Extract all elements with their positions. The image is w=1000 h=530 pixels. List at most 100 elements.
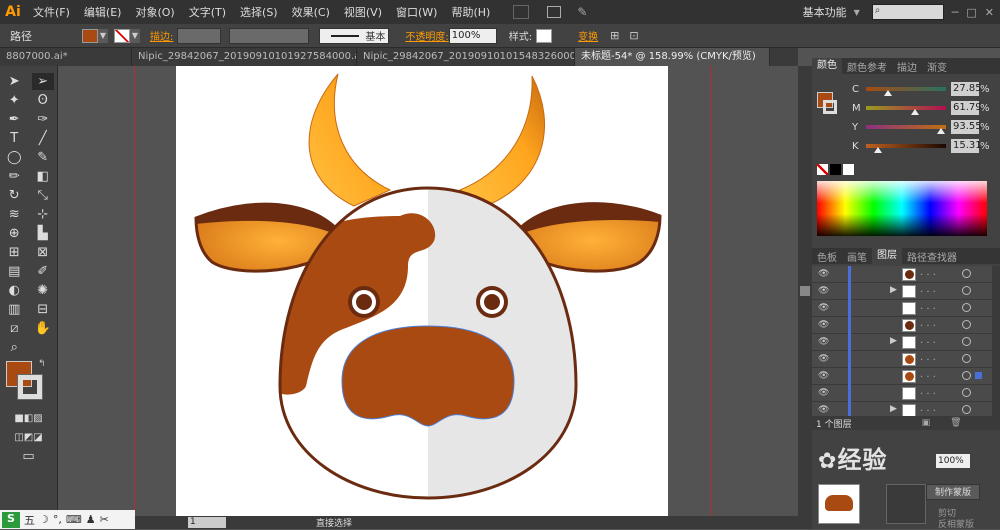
ime-mode-label[interactable]: 五 bbox=[24, 512, 35, 528]
live-paint-tool-icon[interactable]: ▙ bbox=[32, 225, 54, 242]
tools-icon[interactable]: ✂ bbox=[100, 513, 109, 526]
ellipse-tool-icon[interactable]: ◯ bbox=[3, 149, 25, 166]
none-color-swatch[interactable] bbox=[817, 164, 828, 175]
artboard-tool-icon[interactable]: ⊟ bbox=[32, 301, 54, 318]
menu-effect[interactable]: 效果(C) bbox=[285, 4, 337, 20]
target-circle-icon[interactable] bbox=[962, 337, 971, 346]
black-slider[interactable] bbox=[866, 144, 946, 153]
selection-indicator-icon[interactable] bbox=[975, 372, 982, 379]
rotate-tool-icon[interactable]: ↻ bbox=[3, 187, 25, 204]
tab-document-2[interactable]: Nipic_29842067_20190910101927584000.ai* bbox=[132, 48, 357, 66]
free-transform-tool-icon[interactable]: ⊹ bbox=[32, 206, 54, 223]
menu-select[interactable]: 选择(S) bbox=[233, 4, 285, 20]
mask-thumbnail[interactable] bbox=[818, 484, 860, 524]
visibility-eye-icon[interactable]: 👁 bbox=[818, 286, 829, 296]
target-circle-icon[interactable] bbox=[962, 303, 971, 312]
warp-tool-icon[interactable]: ≋ bbox=[3, 206, 25, 223]
search-input[interactable]: ⌕ bbox=[871, 4, 944, 20]
expand-arrow-icon[interactable]: ▶ bbox=[890, 404, 897, 414]
white-color-swatch[interactable] bbox=[843, 164, 854, 175]
line-tool-icon[interactable]: ╱ bbox=[32, 130, 54, 147]
stroke-color-swatch[interactable] bbox=[17, 374, 43, 400]
target-circle-icon[interactable] bbox=[962, 269, 971, 278]
invert-mask-checkbox-label[interactable]: 反相蒙版 bbox=[938, 517, 974, 530]
blend-tool-icon[interactable]: ◐ bbox=[3, 282, 25, 299]
zoom-tool-icon[interactable]: ⌕ bbox=[3, 339, 25, 356]
column-graph-tool-icon[interactable]: ▥ bbox=[3, 301, 25, 318]
layer-row[interactable]: 👁 . . . bbox=[812, 368, 992, 385]
stroke-label[interactable]: 描边: bbox=[150, 28, 173, 43]
menu-window[interactable]: 窗口(W) bbox=[389, 4, 444, 20]
tab-gradient[interactable]: 渐变 bbox=[922, 59, 952, 74]
layer-name-placeholder[interactable]: . . . bbox=[920, 386, 936, 397]
target-circle-icon[interactable] bbox=[962, 405, 971, 414]
pencil-tool-icon[interactable]: ✏ bbox=[3, 168, 25, 185]
maximize-icon[interactable]: □ bbox=[966, 6, 976, 19]
stroke-none-swatch[interactable] bbox=[114, 28, 130, 43]
target-circle-icon[interactable] bbox=[962, 354, 971, 363]
visibility-eye-icon[interactable]: 👁 bbox=[818, 388, 829, 398]
chevron-down-icon[interactable]: ▼ bbox=[854, 8, 860, 17]
layer-name-placeholder[interactable]: . . . bbox=[920, 318, 936, 329]
style-swatch[interactable] bbox=[536, 28, 553, 43]
magenta-value[interactable]: 61.79 bbox=[951, 101, 982, 115]
target-circle-icon[interactable] bbox=[962, 388, 971, 397]
menu-object[interactable]: 对象(O) bbox=[128, 4, 181, 20]
skin-icon[interactable]: ♟ bbox=[86, 513, 96, 526]
perspective-grid-tool-icon[interactable]: ⊞ bbox=[3, 244, 25, 261]
menu-edit[interactable]: 编辑(E) bbox=[77, 4, 129, 20]
menu-file[interactable]: 文件(F) bbox=[26, 4, 77, 20]
vertical-scrollbar[interactable] bbox=[798, 66, 812, 516]
curvature-tool-icon[interactable]: ✑ bbox=[32, 111, 54, 128]
eraser-tool-icon[interactable]: ◧ bbox=[32, 168, 54, 185]
chevron-down-icon[interactable]: ▼ bbox=[130, 28, 140, 43]
delete-layer-icon[interactable]: 🗑 bbox=[950, 418, 961, 428]
layer-row[interactable]: 👁 . . . bbox=[812, 300, 992, 317]
tab-pathfinder[interactable]: 路径查找器 bbox=[902, 249, 962, 264]
visibility-eye-icon[interactable]: 👁 bbox=[818, 269, 829, 279]
magenta-slider[interactable] bbox=[866, 106, 946, 115]
layer-name-placeholder[interactable]: . . . bbox=[920, 352, 936, 363]
visibility-eye-icon[interactable]: 👁 bbox=[818, 337, 829, 347]
brush-definition[interactable]: 基本 bbox=[319, 27, 390, 44]
pen-tool-icon[interactable]: ✒ bbox=[3, 111, 25, 128]
cyan-value[interactable]: 27.85 bbox=[951, 82, 982, 96]
layer-name-placeholder[interactable]: . . . bbox=[920, 335, 936, 346]
sync-icon[interactable]: ✎ bbox=[577, 5, 587, 19]
layer-name-placeholder[interactable]: . . . bbox=[920, 301, 936, 312]
visibility-eye-icon[interactable]: 👁 bbox=[818, 354, 829, 364]
tab-color-guide[interactable]: 颜色参考 bbox=[842, 59, 892, 74]
layer-row[interactable]: 👁 . . . bbox=[812, 317, 992, 334]
layers-scrollbar[interactable] bbox=[992, 266, 1000, 418]
layer-name-placeholder[interactable]: . . . bbox=[920, 403, 936, 414]
shape-builder-tool-icon[interactable]: ⊕ bbox=[3, 225, 25, 242]
gradient-tool-icon[interactable]: ▤ bbox=[3, 263, 25, 280]
chevron-down-icon[interactable]: ▼ bbox=[98, 28, 108, 43]
opacity-label[interactable]: 不透明度: bbox=[405, 28, 448, 43]
punctuation-icon[interactable]: °, bbox=[53, 513, 62, 526]
workspace-switcher[interactable]: 基本功能 bbox=[796, 4, 854, 20]
cyan-slider[interactable] bbox=[866, 87, 946, 96]
visibility-eye-icon[interactable]: 👁 bbox=[818, 303, 829, 313]
tab-document-1[interactable]: 8807000.ai* bbox=[0, 48, 132, 66]
color-spectrum[interactable] bbox=[817, 181, 987, 236]
eyedropper-tool-icon[interactable]: ✐ bbox=[32, 263, 54, 280]
fill-control[interactable]: ▼ bbox=[82, 28, 108, 43]
lasso-tool-icon[interactable]: ʘ bbox=[32, 92, 54, 109]
align-to-icon[interactable]: ⊞ bbox=[610, 29, 619, 42]
keyboard-icon[interactable]: ⌨ bbox=[66, 513, 82, 526]
layer-row[interactable]: 👁 ▶ . . . bbox=[812, 334, 992, 351]
slider-knob-icon[interactable] bbox=[874, 147, 883, 153]
cow-illustration[interactable] bbox=[176, 66, 668, 516]
tab-document-3[interactable]: Nipic_29842067_20190910101548326000.ai* bbox=[357, 48, 575, 66]
moon-icon[interactable]: ☽ bbox=[39, 513, 49, 526]
canvas-area[interactable] bbox=[58, 66, 798, 516]
swap-fill-stroke-icon[interactable]: ↰ bbox=[38, 359, 46, 369]
paintbrush-tool-icon[interactable]: ✎ bbox=[32, 149, 54, 166]
slice-tool-icon[interactable]: ⧄ bbox=[3, 320, 25, 337]
stroke-weight-field[interactable] bbox=[177, 27, 222, 44]
mask-preview[interactable] bbox=[886, 484, 926, 524]
hand-tool-icon[interactable]: ✋ bbox=[32, 320, 54, 337]
visibility-eye-icon[interactable]: 👁 bbox=[818, 320, 829, 330]
visibility-eye-icon[interactable]: 👁 bbox=[818, 405, 829, 415]
